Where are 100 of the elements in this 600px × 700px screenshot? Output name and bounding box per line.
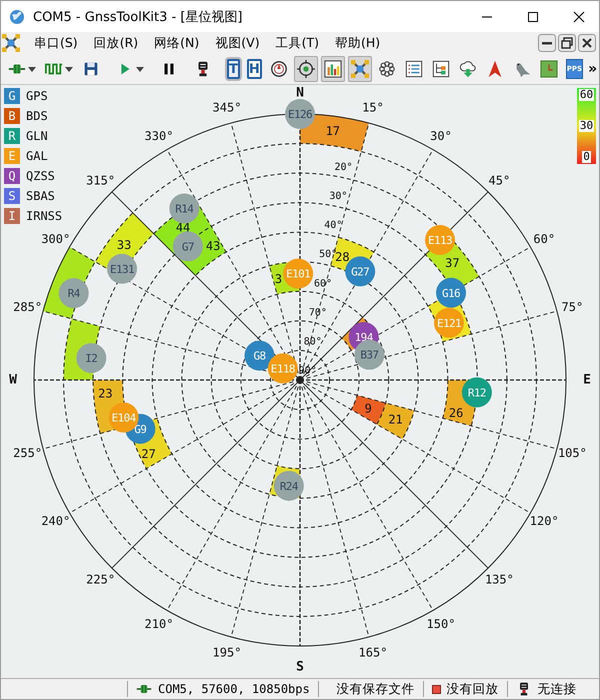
azimuth-label: 285° [13, 300, 42, 314]
menu-item[interactable]: 帮助(H) [326, 34, 388, 52]
azimuth-label: 135° [484, 572, 514, 586]
toolbar-button[interactable] [348, 56, 372, 82]
legend-label: QZSS [26, 169, 55, 183]
legend-swatch: Q [4, 168, 20, 184]
compass-icon [270, 60, 288, 78]
menu-item[interactable]: 视图(V) [207, 34, 268, 52]
satellite-icon [350, 60, 369, 78]
satellite-marker: G7 [172, 231, 203, 262]
file-status: 没有保存文件 [336, 680, 415, 698]
elevation-label: 60° [314, 278, 332, 290]
signal-value: 17 [326, 124, 340, 138]
close-icon[interactable] [578, 34, 596, 52]
minimize-icon[interactable] [538, 34, 556, 52]
playback-status: 没有回放 [446, 680, 499, 698]
legend-label: IRNSS [26, 209, 62, 223]
azimuth-label: 75° [562, 300, 584, 314]
elevation-label: 20° [334, 162, 353, 173]
menu-item[interactable]: 网络(N) [146, 34, 208, 52]
azimuth-label: 120° [530, 514, 559, 528]
scale-label: 60 [578, 89, 594, 101]
scale-label: 0 [582, 151, 591, 163]
bar-chart-icon [324, 60, 342, 78]
caret-icon[interactable] [28, 66, 36, 72]
azimuth-label: 255° [13, 446, 42, 460]
satellite-marker: E131 [107, 254, 138, 284]
azimuth-label: 195° [212, 645, 242, 660]
tree-icon [432, 60, 450, 78]
azimuth-label: 30° [430, 128, 452, 143]
signal-value: 43 [206, 239, 220, 254]
toolbar-button[interactable]: T [227, 59, 240, 79]
satellite-marker: E113 [425, 224, 456, 255]
elevation-label: 30° [329, 191, 348, 202]
azimuth-label: 345° [212, 100, 242, 115]
menu-item[interactable]: 串口(S) [26, 34, 86, 52]
target-icon [296, 60, 315, 78]
signal-value: 3 [274, 272, 282, 286]
legend-swatch: G [4, 88, 20, 104]
azimuth-label: 60° [533, 232, 556, 246]
legend-swatch: I [4, 208, 20, 224]
signal-value: 37 [445, 256, 460, 270]
azimuth-label: 315° [86, 174, 116, 188]
maximize-icon[interactable] [527, 10, 539, 22]
menu-item[interactable]: 回放(R) [86, 34, 146, 52]
signal-value: 9 [364, 401, 372, 416]
list-icon [404, 60, 423, 78]
signal-value: 33 [116, 238, 132, 252]
toolbar-button[interactable] [320, 56, 345, 82]
elevation-label: 40° [324, 220, 342, 232]
legend-label: GPS [26, 89, 48, 103]
signal-value: 21 [388, 412, 403, 427]
caret-icon[interactable] [136, 66, 144, 72]
cloud-download-icon [458, 60, 477, 78]
connection-status: 无连接 [538, 680, 577, 698]
azimuth-label: 105° [558, 446, 587, 460]
azimuth-label: 225° [86, 572, 116, 586]
azimuth-label: 300° [41, 232, 70, 246]
satellite-marker: I2 [76, 343, 106, 374]
elevation-label: 80° [304, 336, 322, 348]
overflow-button[interactable]: » [588, 61, 598, 77]
legend-swatch: E [4, 148, 20, 164]
save-icon [82, 60, 100, 78]
legend-label: GLN [26, 129, 48, 143]
azimuth-label: 330° [144, 128, 174, 143]
scale-label: 30 [578, 120, 594, 132]
satellite-icon [2, 34, 20, 52]
legend-label: GAL [26, 149, 48, 163]
legend-label: SBAS [26, 189, 55, 203]
azimuth-label: S [296, 660, 304, 674]
port-status: COM5, 57600, 10850bps [158, 682, 310, 696]
globe-icon [9, 8, 25, 24]
azimuth-label: N [296, 86, 304, 100]
signal-value: 27 [141, 446, 156, 461]
signal-value: 26 [448, 406, 464, 420]
azimuth-label: E [583, 372, 591, 388]
legend-swatch: B [4, 108, 20, 124]
toolbar-button[interactable]: H [246, 59, 262, 79]
menu-item[interactable]: 工具(T) [268, 34, 327, 52]
satellite-marker: E121 [434, 308, 464, 338]
satellite-marker: R24 [274, 470, 304, 501]
azimuth-label: 45° [488, 174, 510, 188]
legend-swatch: R [4, 128, 20, 144]
signal-value: 23 [98, 386, 113, 401]
restore-icon[interactable] [558, 34, 576, 52]
caret-icon[interactable] [65, 66, 73, 72]
satellite-marker: R14 [169, 193, 200, 224]
satellite-marker: G16 [436, 278, 466, 308]
azimuth-label: 165° [358, 645, 388, 660]
satellite-marker: R4 [58, 278, 89, 308]
satellite-marker: R12 [462, 377, 492, 408]
window-title: COM5 - GnssToolKit3 - [星位视图] [33, 8, 244, 26]
flower-icon [378, 60, 396, 78]
elevation-label: 70° [308, 307, 327, 318]
toolbar-button[interactable] [294, 56, 318, 82]
azimuth-label: 240° [41, 514, 70, 528]
satellite-marker: B37 [354, 340, 384, 370]
legend-label: BDS [26, 109, 48, 123]
stop-icon [432, 684, 441, 694]
close-icon[interactable] [573, 10, 585, 22]
